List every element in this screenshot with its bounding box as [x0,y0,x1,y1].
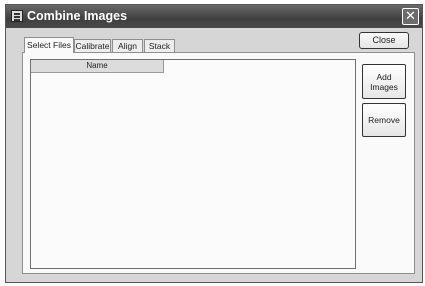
title-bar: Combine Images ✕ [6,5,422,28]
add-images-label-line2: Images [370,82,398,92]
tab-select-files[interactable]: Select Files [24,37,74,53]
add-images-button[interactable]: Add Images [362,64,406,99]
tab-align[interactable]: Align [112,39,143,52]
file-list[interactable]: Name [30,59,356,269]
tab-calibrate[interactable]: Calibrate [74,39,111,52]
window-title: Combine Images [27,9,128,23]
add-images-label-line1: Add [376,72,392,82]
combine-images-dialog: Combine Images ✕ Close Select Files Cali… [5,4,423,283]
tab-stack[interactable]: Stack [144,39,175,52]
app-window-icon [11,10,23,22]
close-button[interactable]: Close [359,32,409,49]
close-window-icon[interactable]: ✕ [402,8,419,25]
remove-button[interactable]: Remove [362,103,406,137]
column-header-name[interactable]: Name [31,60,164,73]
